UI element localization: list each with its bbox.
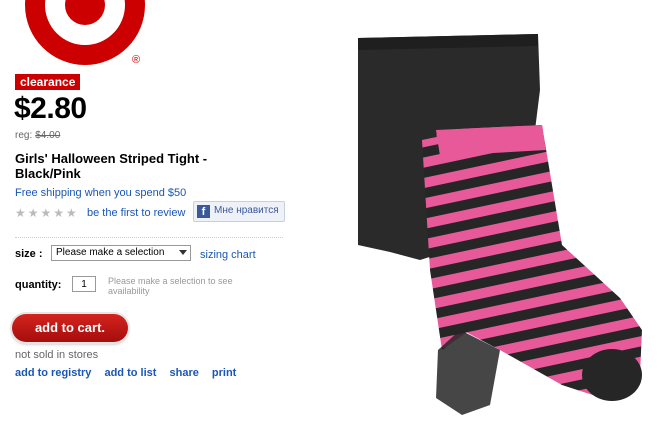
clearance-badge: clearance — [15, 74, 81, 90]
quantity-label: quantity: — [15, 279, 62, 291]
rating-stars: ★★★★★ — [15, 206, 79, 220]
action-links: add to registry add to list share print — [15, 367, 246, 379]
facebook-like-label: Мне нравится — [214, 205, 279, 216]
add-to-list-link[interactable]: add to list — [104, 367, 156, 379]
print-link[interactable]: print — [212, 367, 236, 379]
size-select-value: Please make a selection — [56, 247, 165, 258]
registered-mark: ® — [132, 54, 141, 66]
regular-price: reg: $4.00 — [15, 130, 60, 141]
divider — [15, 237, 283, 238]
facebook-icon: f — [197, 205, 210, 218]
not-sold-in-stores: not sold in stores — [15, 349, 99, 361]
reg-label: reg: — [15, 130, 33, 141]
add-to-registry-link[interactable]: add to registry — [15, 367, 91, 379]
size-select[interactable]: Please make a selection — [51, 245, 191, 261]
chevron-down-icon — [179, 250, 187, 255]
add-to-cart-button[interactable]: add to cart. — [12, 314, 128, 342]
facebook-like-button[interactable]: f Мне нравится — [193, 201, 285, 222]
first-review-link[interactable]: be the first to review — [87, 207, 185, 219]
size-label: size : — [15, 248, 43, 260]
sizing-chart-link[interactable]: sizing chart — [200, 249, 256, 261]
free-shipping-link[interactable]: Free shipping when you spend $50 — [15, 187, 186, 199]
share-link[interactable]: share — [169, 367, 198, 379]
quantity-input[interactable]: 1 — [72, 276, 96, 292]
quantity-note: Please make a selection to see availabil… — [108, 276, 233, 296]
striped-tights-image — [358, 34, 642, 415]
price: $2.80 — [14, 92, 87, 125]
product-title: Girls' Halloween Striped Tight - Black/P… — [15, 151, 208, 181]
reg-price: $4.00 — [35, 130, 61, 141]
